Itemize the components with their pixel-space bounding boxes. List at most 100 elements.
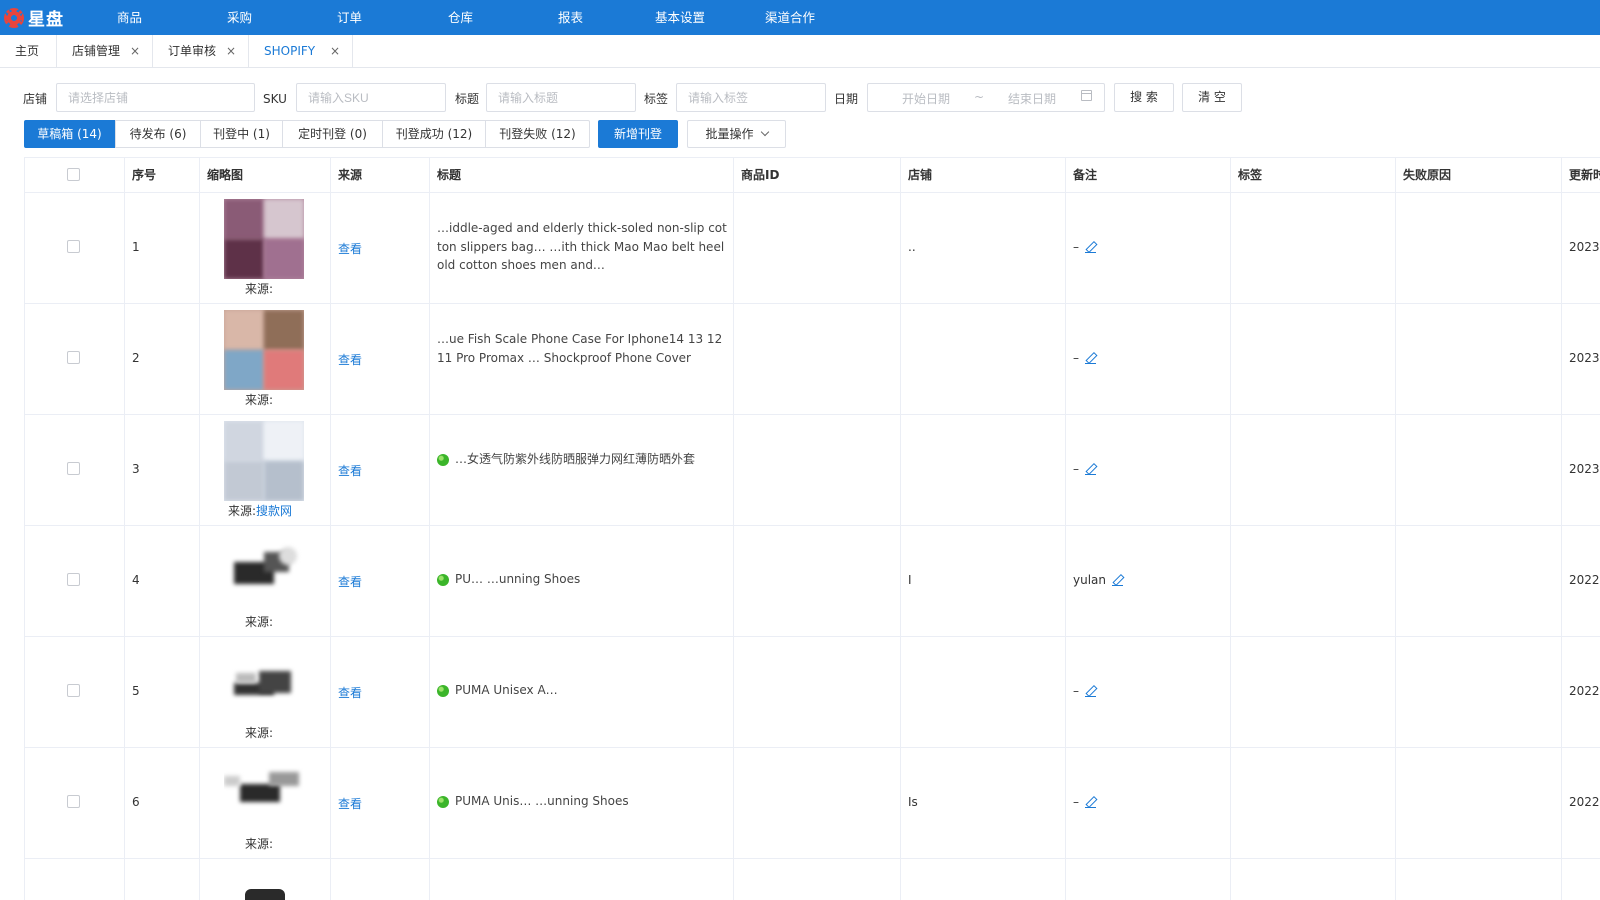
product-thumbnail[interactable] xyxy=(224,310,304,390)
updated-time: 2022- xyxy=(1569,684,1600,698)
product-thumbnail[interactable] xyxy=(224,421,304,501)
product-thumbnail[interactable] xyxy=(224,643,304,723)
tab-label: SHOPIFY xyxy=(264,44,316,58)
tab-shop-management[interactable]: 店铺管理 × xyxy=(57,35,153,68)
edit-icon[interactable] xyxy=(1085,686,1096,697)
product-thumbnail[interactable] xyxy=(224,532,304,612)
tab-home[interactable]: 主页 xyxy=(0,35,57,68)
row-checkbox[interactable] xyxy=(67,351,80,364)
clear-button[interactable]: 清 空 xyxy=(1182,83,1242,112)
nav-item-products[interactable]: 商品 xyxy=(117,0,142,35)
product-title[interactable]: PU… …unning Shoes xyxy=(437,570,727,589)
row-index: 4 xyxy=(132,573,140,587)
view-link[interactable]: 查看 xyxy=(338,684,362,701)
nav-item-orders[interactable]: 订单 xyxy=(337,0,362,35)
row-checkbox[interactable] xyxy=(67,462,80,475)
edit-icon[interactable] xyxy=(1085,797,1096,808)
shop-select[interactable] xyxy=(56,83,255,112)
view-link[interactable]: 查看 xyxy=(338,351,362,368)
row-checkbox[interactable] xyxy=(67,684,80,697)
status-tab-pending[interactable]: 待发布 (6) xyxy=(115,120,201,148)
batch-actions-dropdown[interactable]: 批量操作 xyxy=(687,120,786,148)
status-tab-drafts[interactable]: 草稿箱 (14) xyxy=(24,120,115,148)
note-cell: – xyxy=(1073,684,1096,698)
tab-order-review[interactable]: 订单审核 × xyxy=(153,35,249,68)
nav-item-channel-partners[interactable]: 渠道合作 xyxy=(765,0,815,35)
row-checkbox[interactable] xyxy=(67,573,80,586)
table-row[interactable]: 1 来源: 查看 …iddle-aged and elderly thick-s… xyxy=(25,193,1600,303)
view-link[interactable]: 查看 xyxy=(338,462,362,479)
product-title[interactable]: PUMA Unisex A… xyxy=(437,681,727,700)
status-tab-success[interactable]: 刊登成功 (12) xyxy=(382,120,486,148)
batch-actions-label: 批量操作 xyxy=(705,127,754,141)
product-title[interactable]: PUMA Unis… …unning Shoes xyxy=(437,792,727,811)
select-all-checkbox[interactable] xyxy=(67,168,80,181)
edit-icon[interactable] xyxy=(1085,242,1096,253)
note-text: – xyxy=(1073,351,1079,365)
nav-item-reports[interactable]: 报表 xyxy=(558,0,583,35)
source-label: 来源: xyxy=(245,726,274,740)
tag-input[interactable] xyxy=(676,83,826,112)
edit-icon[interactable] xyxy=(1112,575,1123,586)
tab-label: 主页 xyxy=(15,44,40,58)
col-header-source: 来源 xyxy=(338,168,363,182)
table-row[interactable]: 4 来源: 查看 PU… …unning Shoes I yulan 2022- xyxy=(25,526,1600,636)
row-checkbox[interactable] xyxy=(67,240,80,253)
date-separator: ~ xyxy=(974,90,985,104)
nav-item-basic-settings[interactable]: 基本设置 xyxy=(655,0,705,35)
status-tab-scheduled[interactable]: 定时刊登 (0) xyxy=(282,120,383,148)
source-label: 来源: xyxy=(245,615,274,629)
row-index: 5 xyxy=(132,684,140,698)
status-dot-icon xyxy=(437,453,449,466)
title-text: …ue Fish Scale Phone Case For Iphone14 1… xyxy=(437,332,723,365)
status-tab-publishing[interactable]: 刊登中 (1) xyxy=(200,120,283,148)
edit-icon[interactable] xyxy=(1085,353,1096,364)
source-label: 来源: xyxy=(245,837,274,851)
row-index: 3 xyxy=(132,462,140,476)
title-text: …女透气防紫外线防晒服弹力网红薄防晒外套 xyxy=(455,452,696,466)
note-cell: – xyxy=(1073,795,1096,809)
view-link[interactable]: 查看 xyxy=(338,240,362,257)
edit-icon[interactable] xyxy=(1085,464,1096,475)
col-header-shop: 店铺 xyxy=(908,168,933,182)
search-button[interactable]: 搜 索 xyxy=(1114,83,1174,112)
row-checkbox[interactable] xyxy=(67,795,80,808)
updated-time: 2023- xyxy=(1569,351,1600,365)
note-cell: – xyxy=(1073,351,1096,365)
close-icon[interactable]: × xyxy=(330,35,340,68)
product-thumbnail[interactable] xyxy=(224,199,304,279)
shop-name: .. xyxy=(908,240,916,254)
col-header-title[interactable]: 标题 xyxy=(437,158,461,193)
close-icon[interactable]: × xyxy=(226,35,236,68)
shop-name: Is xyxy=(908,795,918,809)
table-row[interactable]: 6 来源: 查看 PUMA Unis… …unning Shoes Is – 2… xyxy=(25,748,1600,858)
nav-item-warehouse[interactable]: 仓库 xyxy=(448,0,473,35)
view-link[interactable]: 查看 xyxy=(338,795,362,812)
table-row[interactable]: 3 来源:搜款网 查看 …女透气防紫外线防晒服弹力网红薄防晒外套 – 2023- xyxy=(25,415,1600,525)
row-index: 2 xyxy=(132,351,140,365)
product-thumbnail[interactable] xyxy=(224,754,304,834)
status-tab-failed[interactable]: 刊登失败 (12) xyxy=(485,120,590,148)
app-logo[interactable]: 星盘 xyxy=(4,5,64,30)
table-row[interactable]: 2 来源: 查看 …ue Fish Scale Phone Case For I… xyxy=(25,304,1600,414)
table-row[interactable] xyxy=(25,859,1600,900)
sku-input[interactable] xyxy=(296,83,446,112)
product-title[interactable]: …ue Fish Scale Phone Case For Iphone14 1… xyxy=(437,330,727,367)
product-title[interactable]: …iddle-aged and elderly thick-soled non-… xyxy=(437,219,727,275)
new-listing-button[interactable]: 新增刊登 xyxy=(598,120,678,148)
product-title[interactable]: …女透气防紫外线防晒服弹力网红薄防晒外套 xyxy=(437,450,727,469)
date-start: 开始日期 xyxy=(902,92,951,106)
source-site-link[interactable]: 搜款网 xyxy=(256,504,292,518)
title-input[interactable] xyxy=(486,83,636,112)
product-thumbnail[interactable] xyxy=(245,889,285,900)
status-dot-icon xyxy=(437,684,449,697)
table-row[interactable]: 5 来源: 查看 PUMA Unisex A… – 2022- xyxy=(25,637,1600,747)
view-link[interactable]: 查看 xyxy=(338,573,362,590)
source-label: 来源: xyxy=(228,504,257,518)
updated-time: 2022- xyxy=(1569,795,1600,809)
tab-shopify[interactable]: SHOPIFY × xyxy=(249,35,353,68)
nav-item-purchase[interactable]: 采购 xyxy=(227,0,252,35)
close-icon[interactable]: × xyxy=(130,35,140,68)
date-range-picker[interactable]: 开始日期 ~ 结束日期 xyxy=(867,83,1105,112)
title-text: PU… …unning Shoes xyxy=(455,572,581,586)
